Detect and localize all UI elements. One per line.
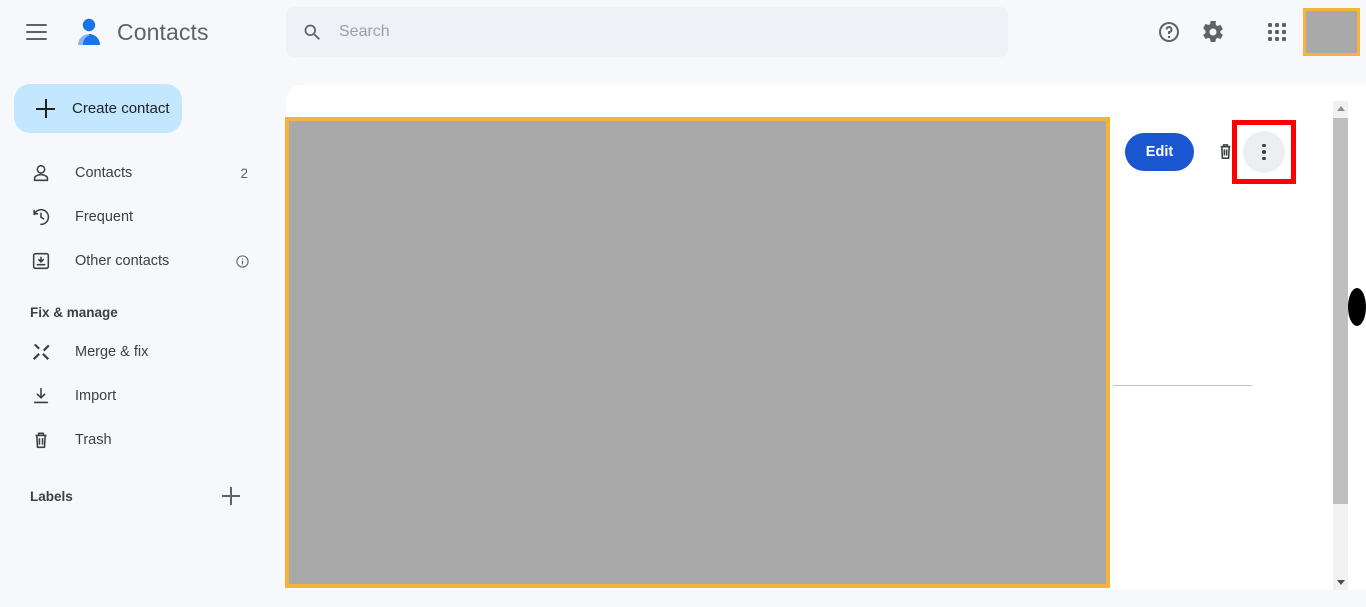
- help-circle-glyph: [1159, 22, 1179, 42]
- scroll-up-arrow-icon[interactable]: [1333, 101, 1348, 116]
- search-input[interactable]: [339, 7, 1008, 57]
- contact-photo-placeholder[interactable]: [285, 117, 1110, 588]
- create-contact-button[interactable]: Create contact: [14, 84, 182, 133]
- sidebar-item-frequent-label: Frequent: [75, 209, 134, 225]
- cursor-indicator: [1348, 288, 1366, 326]
- add-label-button[interactable]: [214, 479, 248, 513]
- sidebar-item-import[interactable]: Import: [0, 374, 254, 418]
- sidebar-item-contacts-label: Contacts: [75, 165, 133, 181]
- top-app-bar: Contacts: [0, 0, 1366, 64]
- search-icon: [304, 24, 320, 40]
- sidebar: Create contact Contacts 2 Frequent Other…: [0, 64, 270, 607]
- sidebar-item-frequent[interactable]: Frequent: [0, 195, 254, 239]
- more-vertical-icon: [1262, 143, 1266, 148]
- trash-icon: [1220, 143, 1230, 159]
- sidebar-item-other-contacts-label: Other contacts: [75, 253, 170, 269]
- inbox-download-icon: [32, 252, 50, 270]
- sidebar-item-other-contacts[interactable]: Other contacts: [0, 239, 254, 283]
- top-bar-actions: [1147, 0, 1366, 64]
- app-brand[interactable]: Contacts: [72, 15, 209, 49]
- sidebar-item-trash-label: Trash: [75, 432, 112, 448]
- plus-icon: [36, 99, 55, 118]
- trash-icon: [35, 432, 47, 449]
- import-download-icon: [33, 387, 49, 404]
- sidebar-item-merge-fix-label: Merge & fix: [75, 344, 149, 360]
- more-options-button[interactable]: [1243, 131, 1285, 173]
- create-contact-label: Create contact: [72, 100, 170, 117]
- scrollbar-thumb[interactable]: [1333, 118, 1348, 504]
- gear-icon[interactable]: [1191, 10, 1235, 54]
- history-clock-icon: [33, 208, 50, 226]
- hamburger-menu-icon[interactable]: [12, 8, 60, 56]
- labels-heading: Labels: [30, 488, 73, 504]
- contacts-person-icon: [78, 18, 100, 45]
- main-scrollbar[interactable]: [1333, 101, 1348, 590]
- merge-tools-icon: [32, 344, 50, 360]
- sidebar-item-trash[interactable]: Trash: [0, 418, 254, 462]
- sidebar-item-contacts[interactable]: Contacts 2: [0, 151, 254, 195]
- scroll-down-arrow-icon[interactable]: [1333, 575, 1348, 590]
- apps-grid-icon[interactable]: [1255, 10, 1299, 54]
- edit-button[interactable]: Edit: [1125, 133, 1194, 171]
- sidebar-item-import-label: Import: [75, 388, 117, 404]
- sidebar-item-contacts-count: 2: [240, 165, 248, 181]
- detail-divider: [1113, 385, 1252, 386]
- avatar[interactable]: [1303, 8, 1360, 56]
- page-title: Contacts: [117, 18, 209, 45]
- gear-glyph: [1203, 20, 1223, 42]
- labels-section-header: Labels: [0, 474, 254, 518]
- help-circle-icon[interactable]: [1147, 10, 1191, 54]
- delete-contact-button[interactable]: [1210, 136, 1240, 166]
- apps-grid-dots: [1268, 23, 1286, 41]
- sidebar-section-fix-manage: Fix & manage: [30, 305, 118, 320]
- person-icon: [33, 164, 49, 182]
- sidebar-item-merge-fix[interactable]: Merge & fix: [0, 330, 254, 374]
- info-circle-icon[interactable]: [235, 252, 254, 271]
- search-bar[interactable]: [286, 7, 1008, 57]
